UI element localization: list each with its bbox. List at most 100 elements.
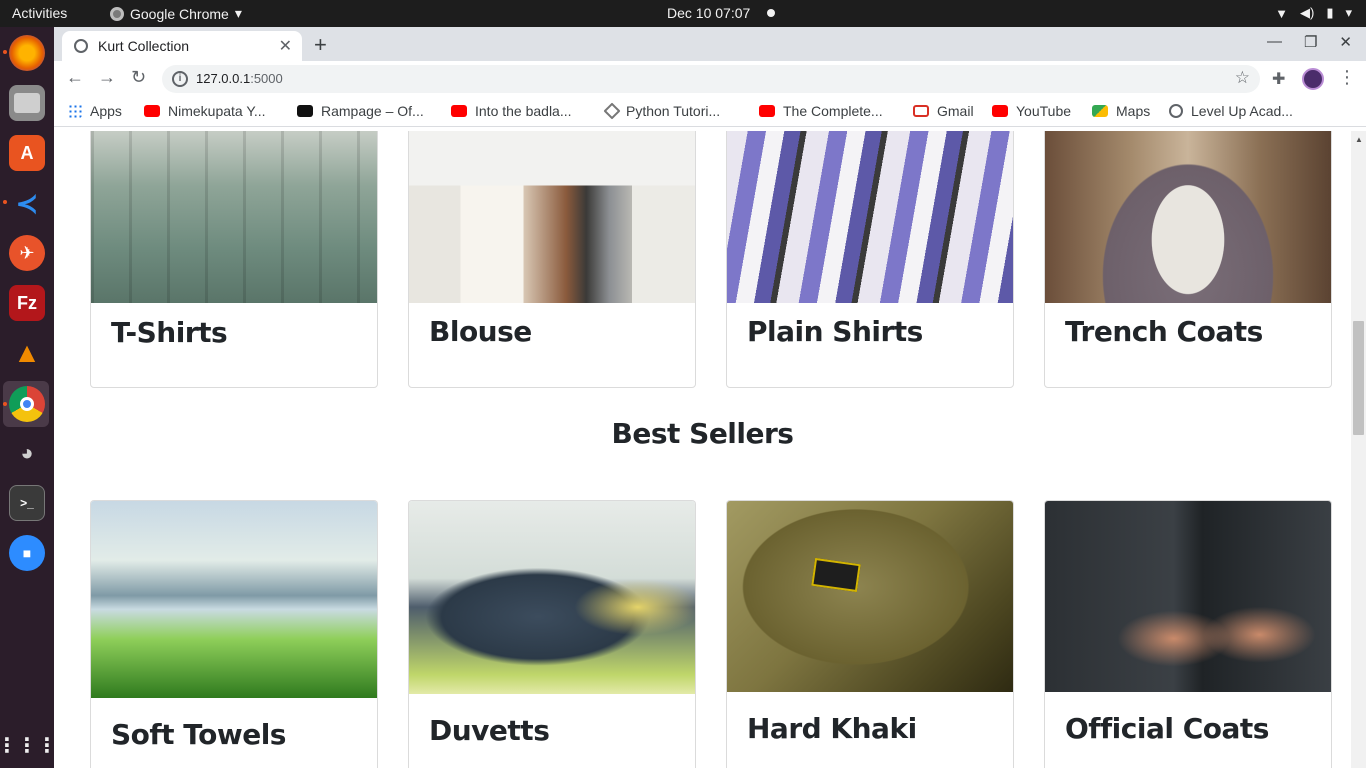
product-title: Official Coats: [1065, 712, 1269, 745]
bookmark-label: Python Tutori...: [626, 103, 721, 119]
caret-down-icon: ▾: [1345, 5, 1352, 20]
python-icon: [603, 102, 621, 120]
page-content: T-Shirts Blouse Plain Shirts Trench Coat…: [54, 131, 1351, 768]
extensions-puzzle-icon[interactable]: ✚: [1272, 69, 1285, 89]
bookmark-label: Maps: [1116, 103, 1151, 119]
filezilla-icon[interactable]: Fz: [9, 285, 45, 321]
postman-icon[interactable]: ✈: [9, 235, 45, 271]
app-menu[interactable]: Google Chrome ▾: [110, 5, 242, 22]
caret-down-icon: ▾: [234, 5, 242, 21]
running-indicator-icon: [3, 50, 7, 54]
forward-arrow-icon[interactable]: →: [98, 67, 116, 88]
address-bar[interactable]: i 127.0.0.1:5000 ☆: [162, 65, 1260, 93]
bookmark-maps[interactable]: Maps: [1092, 103, 1150, 119]
system-tray[interactable]: ▼ ◀) ▮ ▾: [1275, 5, 1352, 21]
gimp-icon[interactable]: ◕: [9, 435, 45, 471]
bookmark-python-tutorial[interactable]: Python Tutori...: [603, 102, 721, 120]
soft-towels-image: [91, 501, 377, 698]
globe-icon: [74, 39, 88, 53]
url-host: 127.0.0.1: [196, 71, 251, 86]
bookmark-level-up-academy[interactable]: Level Up Acad...: [1169, 103, 1293, 119]
tab-kurt-collection[interactable]: Kurt Collection ✕: [62, 31, 302, 61]
duvetts-image: [409, 501, 695, 694]
bookmark-label: Nimekupata Y...: [168, 103, 266, 119]
product-card-duvetts[interactable]: Duvetts: [408, 500, 696, 768]
close-window-icon[interactable]: ✕: [1339, 33, 1352, 51]
app-menu-label: Google Chrome: [130, 5, 229, 22]
category-title: Plain Shirts: [747, 315, 923, 348]
firefox-icon[interactable]: [9, 35, 45, 71]
battery-icon: ▮: [1326, 5, 1334, 20]
chrome-icon[interactable]: [9, 386, 45, 422]
clock[interactable]: Dec 10 07:07: [667, 5, 750, 21]
bookmark-into-the-badlands[interactable]: Into the badla...: [451, 103, 572, 119]
product-title: Duvetts: [429, 714, 550, 747]
terminal-icon[interactable]: >_: [9, 485, 45, 521]
bookmark-star-icon[interactable]: ☆: [1235, 68, 1250, 88]
product-title: Soft Towels: [111, 718, 286, 751]
wifi-icon: ▼: [1275, 5, 1288, 21]
close-tab-icon[interactable]: ✕: [279, 36, 292, 56]
bookmark-apps[interactable]: Apps: [68, 103, 122, 119]
chrome-icon: [110, 6, 124, 21]
category-card-plain-shirts[interactable]: Plain Shirts: [726, 131, 1014, 388]
files-icon[interactable]: [9, 85, 45, 121]
gmail-icon: [913, 105, 929, 117]
zoom-icon[interactable]: ■: [9, 535, 45, 571]
bookmark-label: Rampage – Of...: [321, 103, 424, 119]
trench-coats-image: [1045, 131, 1331, 303]
vscode-icon[interactable]: ≺: [9, 185, 45, 221]
chrome-menu-icon[interactable]: ⋮: [1338, 67, 1356, 88]
url-port: :5000: [250, 71, 283, 86]
category-title: Trench Coats: [1065, 315, 1263, 348]
category-card-tshirts[interactable]: T-Shirts: [90, 131, 378, 388]
tshirts-image: [91, 131, 377, 303]
product-card-hard-khaki[interactable]: Hard Khaki: [726, 500, 1014, 768]
youtube-icon: [451, 105, 467, 117]
software-center-icon[interactable]: A: [9, 135, 45, 171]
scrollbar-thumb[interactable]: [1353, 321, 1364, 435]
bookmark-label: Level Up Acad...: [1191, 103, 1293, 119]
back-arrow-icon[interactable]: ←: [66, 67, 84, 88]
vlc-icon[interactable]: ▲: [9, 335, 45, 371]
maps-icon: [1092, 105, 1108, 117]
volume-icon: ◀): [1299, 5, 1315, 20]
url-text: 127.0.0.1:5000: [196, 71, 283, 86]
category-card-blouse[interactable]: Blouse: [408, 131, 696, 388]
restore-icon[interactable]: ❐: [1304, 33, 1317, 51]
category-title: T-Shirts: [111, 316, 228, 349]
product-title: Hard Khaki: [747, 712, 917, 745]
bookmark-gmail[interactable]: Gmail: [913, 103, 974, 119]
page-scrollbar[interactable]: ▲: [1351, 131, 1366, 768]
bookmark-nimekupata[interactable]: Nimekupata Y...: [144, 103, 266, 119]
category-card-trench-coats[interactable]: Trench Coats: [1044, 131, 1332, 388]
profile-avatar[interactable]: [1302, 68, 1324, 90]
bookmark-label: Gmail: [937, 103, 974, 119]
dock: A ≺ ✈ Fz ▲ ◕ >_ ■ ⋮⋮⋮: [0, 27, 57, 768]
bookmark-label: YouTube: [1016, 103, 1072, 119]
show-apps-icon[interactable]: ⋮⋮⋮: [0, 727, 57, 763]
reload-icon[interactable]: ↻: [131, 67, 146, 88]
bookmark-youtube[interactable]: YouTube: [992, 103, 1071, 119]
activities-button[interactable]: Activities: [12, 5, 67, 21]
bookmark-the-complete[interactable]: The Complete...: [759, 103, 883, 119]
tab-strip: Kurt Collection ✕ + — ❐ ✕: [54, 27, 1366, 61]
scroll-up-arrow-icon[interactable]: ▲: [1355, 135, 1363, 144]
bookmark-label: The Complete...: [783, 103, 883, 119]
apps-icon: [68, 104, 82, 118]
product-card-soft-towels[interactable]: Soft Towels: [90, 500, 378, 768]
bookmarks-bar: Apps Nimekupata Y... Rampage – Of... Int…: [54, 97, 1366, 127]
running-indicator-icon: [3, 402, 7, 406]
browser-toolbar: ← → ↻ i 127.0.0.1:5000 ☆ ✚ ⋮: [54, 61, 1366, 97]
bookmark-label: Apps: [90, 103, 122, 119]
site-info-icon[interactable]: i: [172, 71, 188, 87]
youtube-icon: [992, 105, 1008, 117]
bookmark-rampage[interactable]: Rampage – Of...: [297, 103, 424, 119]
category-title: Blouse: [429, 315, 532, 348]
official-coats-image: [1045, 501, 1331, 692]
product-card-official-coats[interactable]: Official Coats: [1044, 500, 1332, 768]
new-tab-button[interactable]: +: [314, 32, 327, 58]
youtube-icon: [759, 105, 775, 117]
globe-icon: [1169, 104, 1183, 118]
minimize-icon[interactable]: —: [1267, 33, 1282, 51]
